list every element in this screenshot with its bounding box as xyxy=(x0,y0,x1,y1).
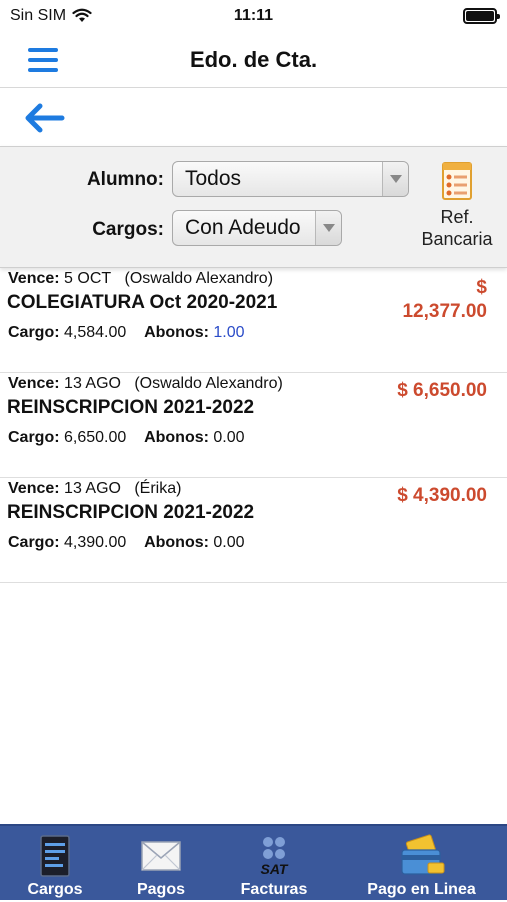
ref-label-line1: Ref. xyxy=(412,206,502,228)
ref-label-line2: Bancaria xyxy=(412,228,502,250)
envelope-icon xyxy=(140,834,182,874)
bank-reference-icon xyxy=(437,159,477,201)
amount: $ 4,390.00 xyxy=(397,484,487,508)
charges-list: Vence: 5 OCT (Oswaldo Alexandro) COLEGIA… xyxy=(0,268,507,583)
cargo-abonos-line: Cargo: 4,390.00 Abonos: 0.00 xyxy=(8,534,245,552)
list-item[interactable]: Vence: 5 OCT (Oswaldo Alexandro) COLEGIA… xyxy=(0,268,507,373)
cargos-select[interactable]: Con Adeudo xyxy=(172,210,342,246)
alumno-select[interactable]: Todos xyxy=(172,161,409,197)
cargo-abonos-line: Cargo: 4,584.00 Abonos: 1.00 xyxy=(8,324,245,342)
tab-bar: Cargos Pagos SAT Facturas Pago en Linea xyxy=(0,824,507,900)
status-left: Sin SIM xyxy=(10,7,92,25)
alumno-select-value: Todos xyxy=(185,167,241,191)
concept: REINSCRIPCION 2021-2022 xyxy=(7,502,254,524)
wifi-icon xyxy=(72,8,92,24)
chevron-down-icon xyxy=(315,211,341,245)
credit-card-wallet-icon xyxy=(398,834,446,878)
back-row xyxy=(0,90,507,146)
battery-icon xyxy=(463,8,497,24)
vence-line: Vence: 5 OCT (Oswaldo Alexandro) xyxy=(8,270,273,288)
cargos-select-value: Con Adeudo xyxy=(185,216,301,240)
tab-facturas[interactable]: SAT Facturas xyxy=(212,826,336,902)
alumno-label: Alumno: xyxy=(4,169,164,191)
tab-label: Cargos xyxy=(0,881,110,899)
list-item[interactable]: Vence: 13 AGO (Érika) REINSCRIPCION 2021… xyxy=(0,478,507,583)
amount: $ 12,377.00 xyxy=(377,276,487,324)
amount: $ 6,650.00 xyxy=(397,379,487,403)
tab-cargos[interactable]: Cargos xyxy=(0,826,110,902)
cargos-label: Cargos: xyxy=(4,219,164,241)
concept: REINSCRIPCION 2021-2022 xyxy=(7,397,254,419)
sat-icon: SAT xyxy=(249,834,299,878)
back-arrow-icon[interactable] xyxy=(22,100,66,136)
tab-label: Facturas xyxy=(212,881,336,899)
filters-panel: Alumno: Todos Cargos: Con Adeudo Ref. Ba… xyxy=(0,146,507,268)
document-list-icon xyxy=(38,834,72,878)
chevron-down-icon xyxy=(382,162,408,196)
tab-pago-en-linea[interactable]: Pago en Linea xyxy=(336,826,507,902)
tab-pagos[interactable]: Pagos xyxy=(110,826,212,902)
tab-label: Pago en Linea xyxy=(336,881,507,899)
nav-bar: Edo. de Cta. xyxy=(0,32,507,88)
concept: COLEGIATURA Oct 2020-2021 xyxy=(7,292,277,314)
svg-text:SAT: SAT xyxy=(261,861,289,877)
vence-line: Vence: 13 AGO (Oswaldo Alexandro) xyxy=(8,375,283,393)
carrier-label: Sin SIM xyxy=(10,7,66,25)
page-title: Edo. de Cta. xyxy=(190,47,317,73)
vence-line: Vence: 13 AGO (Érika) xyxy=(8,480,181,498)
status-bar: Sin SIM 11:11 xyxy=(0,0,507,32)
list-item[interactable]: Vence: 13 AGO (Oswaldo Alexandro) REINSC… xyxy=(0,373,507,478)
menu-icon[interactable] xyxy=(28,48,58,72)
cargo-abonos-line: Cargo: 6,650.00 Abonos: 0.00 xyxy=(8,429,245,447)
tab-label: Pagos xyxy=(110,881,212,899)
ref-bancaria-button[interactable]: Ref. Bancaria xyxy=(412,159,502,250)
